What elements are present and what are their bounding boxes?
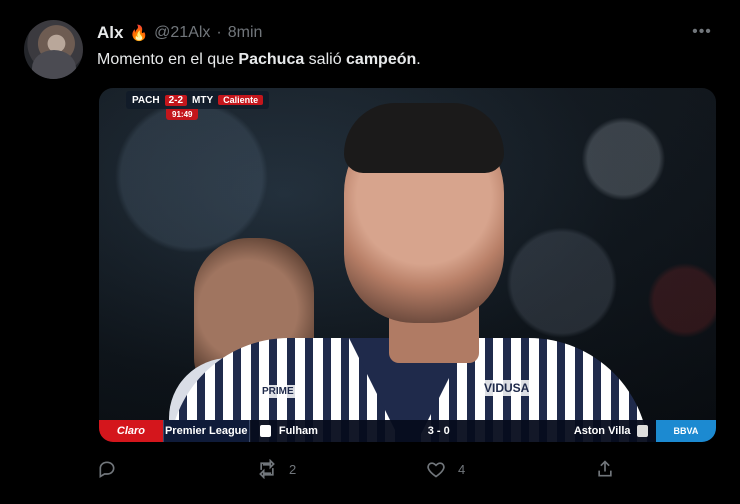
share-icon xyxy=(598,460,612,477)
retweet-button[interactable]: 2 xyxy=(257,457,296,481)
timestamp[interactable]: 8min xyxy=(228,24,263,42)
tweet-text-bold: Pachuca xyxy=(238,51,305,68)
home-crest-icon xyxy=(259,425,271,437)
reply-icon xyxy=(99,461,115,478)
scorebug: PACH 2-2 MTY Caliente xyxy=(126,91,270,109)
tweet-actions: 2 4 xyxy=(97,457,617,481)
ticker-right-brand: BBVA xyxy=(655,420,716,442)
media-image[interactable]: PRIME VIDUSA PACH 2-2 MTY Caliente 91:49… xyxy=(99,88,716,442)
tweet-text-part: Momento en el que xyxy=(97,51,239,68)
heart-icon xyxy=(427,462,445,478)
reply-button[interactable] xyxy=(97,457,129,481)
fire-icon: 🔥 xyxy=(129,24,149,42)
tweet-header: Alx 🔥 @21Alx · 8min xyxy=(97,23,262,43)
scorebug-home: PACH xyxy=(132,94,160,106)
tweet-text-part: salió xyxy=(304,51,347,68)
tweet-card[interactable]: Alx 🔥 @21Alx · 8min ••• Momento en el qu… xyxy=(0,0,740,504)
separator-dot: · xyxy=(216,24,222,41)
player-hair xyxy=(344,103,504,173)
retweet-icon xyxy=(259,459,275,479)
jersey-sponsor-left: PRIME xyxy=(259,385,297,398)
more-options-icon[interactable]: ••• xyxy=(690,22,714,42)
avatar[interactable] xyxy=(24,20,83,79)
like-button[interactable]: 4 xyxy=(426,457,465,481)
scorebug-sponsor: Caliente xyxy=(218,95,264,105)
jersey-sponsor-right: VIDUSA xyxy=(481,380,533,396)
scorebug-clock: 91:49 xyxy=(166,109,199,120)
ticker-away-team: Aston Villa xyxy=(573,425,631,437)
ticker-brand: Claro xyxy=(99,420,163,442)
scorebug-score: 2-2 xyxy=(164,94,188,106)
handle[interactable]: @21Alx xyxy=(154,24,210,42)
away-crest-icon xyxy=(636,425,648,437)
display-name[interactable]: Alx xyxy=(97,23,123,43)
like-count: 4 xyxy=(458,461,466,477)
retweet-count: 2 xyxy=(289,461,297,477)
score-ticker: Claro Premier League Fulham 3 - 0 Aston … xyxy=(99,420,716,442)
share-button[interactable] xyxy=(595,457,627,481)
tweet-text-part: . xyxy=(416,51,421,68)
ticker-score: 3 - 0 xyxy=(427,425,450,437)
ticker-league: Premier League xyxy=(162,420,250,442)
tweet-text-bold: campeón xyxy=(346,51,417,68)
ticker-home-team: Fulham xyxy=(278,425,318,437)
tweet-text: Momento en el que Pachuca salió campeón. xyxy=(97,50,421,70)
scorebug-away: MTY xyxy=(192,94,214,106)
